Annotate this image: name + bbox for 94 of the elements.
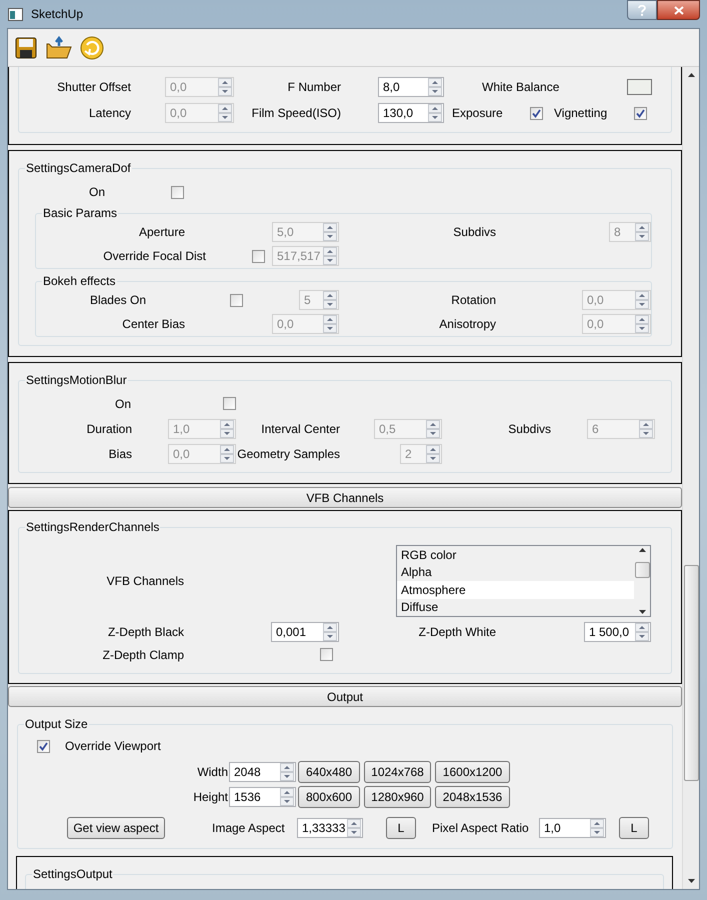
section-header-button[interactable]: Output xyxy=(8,686,682,707)
field-label: Pixel Aspect Ratio xyxy=(432,820,530,837)
field-label: Z-Depth Black xyxy=(106,624,184,640)
group-title: SettingsOutput xyxy=(32,867,114,881)
scroll-thumb[interactable] xyxy=(684,565,698,781)
number-field[interactable]: 1,33333 xyxy=(297,818,363,838)
field-label: Bias xyxy=(108,446,132,462)
refresh-icon[interactable] xyxy=(80,36,104,60)
close-icon xyxy=(674,6,684,14)
up-arrow-icon[interactable] xyxy=(688,73,694,77)
number-field[interactable]: 1,0 xyxy=(539,818,606,838)
down-arrow-icon[interactable] xyxy=(638,610,646,614)
number-field[interactable]: 130,0 xyxy=(378,103,444,123)
app-icon xyxy=(8,8,23,20)
field-label: Shutter Offset xyxy=(56,79,131,96)
spin-arrows-icon[interactable] xyxy=(323,622,337,640)
number-field[interactable]: 1 500,0 xyxy=(584,622,651,642)
field-label: On xyxy=(88,184,105,201)
field-label: Subdivs xyxy=(452,224,496,241)
up-arrow-icon[interactable] xyxy=(638,548,646,552)
number-field[interactable]: 2048 xyxy=(229,762,296,782)
list-item[interactable]: Alpha xyxy=(397,564,634,581)
spin-arrows-icon[interactable] xyxy=(590,819,604,837)
push-button[interactable]: 1600x1200 xyxy=(435,761,510,783)
field-label: Width xyxy=(196,764,228,781)
checkmark-icon xyxy=(39,742,48,750)
list-item[interactable]: Diffuse xyxy=(397,598,634,616)
group-title: SettingsMotionBlur xyxy=(25,373,128,387)
scrollbar[interactable] xyxy=(682,67,699,889)
push-button[interactable]: Get view aspect xyxy=(67,817,165,839)
push-button[interactable]: 640x480 xyxy=(298,761,360,783)
field-label: Override Viewport xyxy=(65,738,161,755)
window-title: SketchUp xyxy=(31,6,84,23)
checkbox[interactable] xyxy=(171,186,184,198)
field-label: White Balance xyxy=(482,79,560,96)
field-label: Height xyxy=(192,789,228,806)
push-button[interactable]: L xyxy=(386,817,416,839)
group-title: Output Size xyxy=(24,717,89,731)
field-label: Geometry Samples xyxy=(236,446,340,462)
field-label: Center Bias xyxy=(121,316,185,333)
checkbox[interactable] xyxy=(223,397,236,410)
field-label: On xyxy=(114,396,131,412)
checkmark-icon xyxy=(636,108,645,118)
push-button[interactable]: 800x600 xyxy=(298,786,360,808)
push-button[interactable]: 2048x1536 xyxy=(435,786,510,808)
color-swatch[interactable] xyxy=(627,79,652,95)
field-label: Anisotropy xyxy=(438,316,496,333)
field-label: Override Focal Dist xyxy=(102,248,206,265)
checkbox[interactable] xyxy=(530,106,543,120)
field-label: Z-Depth White xyxy=(418,624,496,640)
spin-arrows-icon[interactable] xyxy=(280,763,294,781)
spin-arrows-icon[interactable] xyxy=(428,104,442,122)
field-label: Image Aspect xyxy=(212,820,286,837)
field-label: Film Speed(ISO) xyxy=(250,105,341,122)
field-label: Vignetting xyxy=(554,105,608,122)
help-icon xyxy=(638,4,646,16)
field-label: Latency xyxy=(88,105,131,122)
group-title: Basic Params xyxy=(42,206,118,220)
scrollbar[interactable] xyxy=(634,546,650,616)
spin-arrows-icon[interactable] xyxy=(347,819,361,837)
close-button[interactable] xyxy=(657,0,700,20)
group-title: SettingsRenderChannels xyxy=(25,520,160,534)
number-field[interactable]: 1536 xyxy=(229,787,296,807)
field-label: VFB Channels xyxy=(106,573,184,590)
push-button[interactable]: L xyxy=(619,817,649,839)
checkbox[interactable] xyxy=(37,740,50,752)
field-label: Interval Center xyxy=(260,420,340,438)
field-label: Rotation xyxy=(450,292,496,309)
group-title: SettingsCameraDof xyxy=(25,161,132,175)
checkbox[interactable] xyxy=(320,648,333,661)
field-label: Exposure xyxy=(452,105,504,122)
scroll-thumb[interactable] xyxy=(634,562,650,578)
field-label: Aperture xyxy=(138,224,185,241)
field-label: F Number xyxy=(286,79,341,96)
group-title: Bokeh effects xyxy=(42,274,116,288)
spin-arrows-icon[interactable] xyxy=(428,78,442,96)
field-label: Z-Depth Clamp xyxy=(102,646,184,664)
save-icon[interactable] xyxy=(14,36,38,60)
spin-arrows-icon[interactable] xyxy=(635,622,649,640)
field-label: Blades On xyxy=(88,292,146,309)
spin-arrows-icon[interactable] xyxy=(280,788,294,806)
field-label: Duration xyxy=(86,420,132,438)
section-header-button[interactable]: VFB Channels xyxy=(8,487,682,508)
number-field[interactable]: 0,001 xyxy=(271,622,339,642)
list-item[interactable]: RGB color xyxy=(397,546,634,564)
folder-icon[interactable] xyxy=(46,36,72,60)
checkbox[interactable] xyxy=(634,106,647,120)
checkmark-icon xyxy=(532,108,541,118)
push-button[interactable]: 1280x960 xyxy=(364,786,431,808)
field-label: Subdivs xyxy=(507,420,551,438)
number-field[interactable]: 8,0 xyxy=(378,77,444,97)
down-arrow-icon[interactable] xyxy=(688,879,694,883)
push-button[interactable]: 1024x768 xyxy=(364,761,431,783)
help-button[interactable] xyxy=(627,0,657,20)
